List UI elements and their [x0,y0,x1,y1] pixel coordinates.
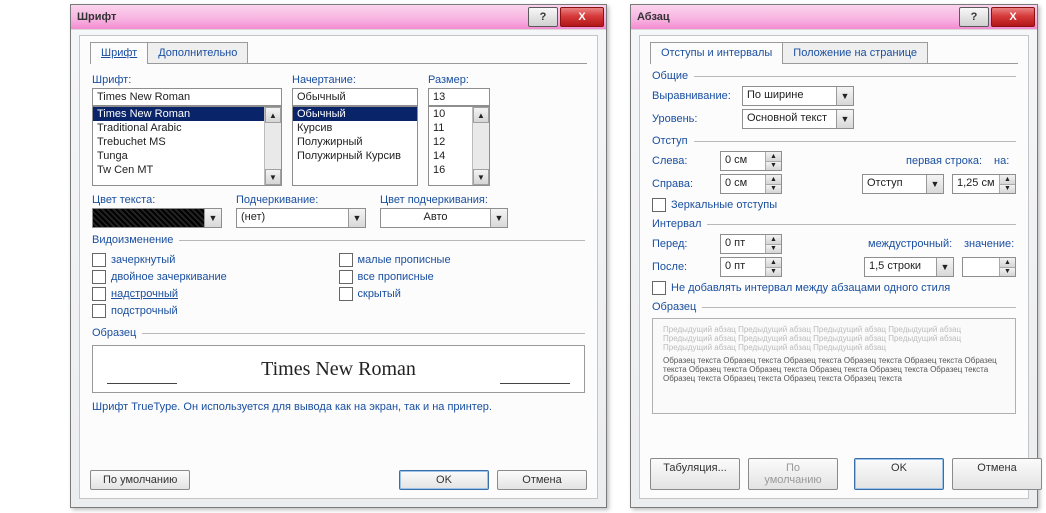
underline-label: Подчеркивание: [236,194,366,206]
close-button[interactable]: X [991,7,1035,27]
alignment-dropdown[interactable]: По ширине▼ [742,86,854,106]
by-spinner[interactable]: 1,25 см▲▼ [952,174,1016,194]
before-spinner[interactable]: 0 пт▲▼ [720,234,782,254]
cancel-button[interactable]: Отмена [952,458,1042,490]
sample-dark-text: Образец текста Образец текста Образец те… [663,356,1005,383]
size-list-item[interactable]: 11 [429,121,472,135]
value-label: значение: [964,238,1016,250]
font-label: Шрифт: [92,74,282,86]
before-label: Перед: [652,238,712,250]
checkbox-dstrike[interactable]: двойное зачеркивание [92,270,339,284]
size-list-scrollbar[interactable]: ▲▼ [472,107,489,185]
checkbox-allcaps[interactable]: все прописные [339,270,586,284]
checkbox-mirror-indents[interactable]: Зеркальные отступы [652,198,1016,212]
font-list-item[interactable]: Tw Cen MT [93,163,264,177]
sample-group-label: Образец [92,327,136,339]
tab-page-position[interactable]: Положение на странице [782,42,928,63]
dialog-title: Абзац [637,11,957,23]
underline-color-dropdown[interactable]: Авто ▼ [380,208,508,228]
checkbox-sub[interactable]: подстрочный [92,304,339,318]
font-input[interactable]: Times New Roman [92,88,282,106]
style-label: Начертание: [292,74,418,86]
size-list[interactable]: 10 11 12 14 16 ▲▼ [428,106,490,186]
font-list-item[interactable]: Times New Roman [93,107,264,121]
tab-indents[interactable]: Отступы и интервалы [650,42,783,63]
checkbox-hidden[interactable]: скрытый [339,287,586,301]
font-sample: Times New Roman [92,345,585,393]
style-list-item[interactable]: Курсив [293,121,417,135]
ok-button[interactable]: OK [854,458,944,490]
help-button[interactable]: ? [528,7,558,27]
after-spinner[interactable]: 0 пт▲▼ [720,257,782,277]
style-input[interactable]: Обычный [292,88,418,106]
size-label: Размер: [428,74,490,86]
font-color-label: Цвет текста: [92,194,222,206]
level-label: Уровень: [652,113,734,125]
left-indent-label: Слева: [652,155,712,167]
font-list-scrollbar[interactable]: ▲▼ [264,107,281,185]
font-list-item[interactable]: Tunga [93,149,264,163]
level-dropdown[interactable]: Основной текст▼ [742,109,854,129]
linespace-label: междустрочный: [868,238,956,250]
spacing-group-label: Интервал [652,218,701,230]
titlebar[interactable]: Шрифт ? X [71,5,606,30]
footer-note: Шрифт TrueType. Он используется для выво… [80,399,597,415]
size-input[interactable]: 13 [428,88,490,106]
style-list[interactable]: Обычный Курсив Полужирный Полужирный Кур… [292,106,418,186]
alignment-label: Выравнивание: [652,90,734,102]
linespace-value-spinner[interactable]: ▲▼ [962,257,1016,277]
checkbox-no-space-same-style[interactable]: Не добавлять интервал между абзацами одн… [652,281,1016,295]
firstline-dropdown[interactable]: Отступ▼ [862,174,944,194]
left-indent-spinner[interactable]: 0 см▲▼ [720,151,782,171]
cancel-button[interactable]: Отмена [497,470,587,490]
right-indent-label: Справа: [652,178,712,190]
close-button[interactable]: X [560,7,604,27]
chevron-down-icon: ▼ [348,209,365,227]
style-list-item[interactable]: Обычный [293,107,417,121]
set-default-button[interactable]: По умолчанию [90,470,190,490]
tab-font[interactable]: Шрифт [90,42,148,63]
paragraph-dialog: Абзац ? X Отступы и интервалы Положение … [630,4,1038,508]
checkbox-smallcaps[interactable]: малые прописные [339,253,586,267]
chevron-down-icon: ▼ [490,209,507,227]
font-list-item[interactable]: Traditional Arabic [93,121,264,135]
general-group-label: Общие [652,70,688,82]
size-list-item[interactable]: 12 [429,135,472,149]
font-dialog: Шрифт ? X Шрифт Дополнительно Шрифт: Tim… [70,4,607,508]
underline-color-label: Цвет подчеркивания: [380,194,508,206]
titlebar[interactable]: Абзац ? X [631,5,1037,30]
help-button[interactable]: ? [959,7,989,27]
font-color-dropdown[interactable]: ▼ [92,208,222,228]
sample-text: Times New Roman [261,358,416,381]
checkbox-super[interactable]: надстрочный [92,287,339,301]
style-list-item[interactable]: Полужирный Курсив [293,149,417,163]
underline-dropdown[interactable]: (нет) ▼ [236,208,366,228]
size-list-item[interactable]: 14 [429,149,472,163]
ok-button[interactable]: OK [399,470,489,490]
style-list-item[interactable]: Полужирный [293,135,417,149]
right-indent-spinner[interactable]: 0 см▲▼ [720,174,782,194]
paragraph-sample: Предыдущий абзац Предыдущий абзац Предыд… [652,318,1016,414]
font-list[interactable]: Times New Roman Traditional Arabic Trebu… [92,106,282,186]
effects-group-label: Видоизменение [92,234,173,246]
checkbox-strike[interactable]: зачеркнутый [92,253,339,267]
set-default-button[interactable]: По умолчанию [748,458,838,490]
size-list-item[interactable]: 10 [429,107,472,121]
tab-advanced[interactable]: Дополнительно [147,42,248,63]
firstline-label: первая строка: [906,155,986,167]
indent-group-label: Отступ [652,135,688,147]
linespace-dropdown[interactable]: 1,5 строки▼ [864,257,954,277]
by-label: на: [994,155,1016,167]
after-label: После: [652,261,712,273]
sample-group-label: Образец [652,301,696,313]
sample-grey-text: Предыдущий абзац Предыдущий абзац Предыд… [663,325,1005,352]
font-list-item[interactable]: Trebuchet MS [93,135,264,149]
dialog-title: Шрифт [77,11,526,23]
chevron-down-icon: ▼ [204,209,221,227]
size-list-item[interactable]: 16 [429,163,472,177]
tabs-button[interactable]: Табуляция... [650,458,740,490]
